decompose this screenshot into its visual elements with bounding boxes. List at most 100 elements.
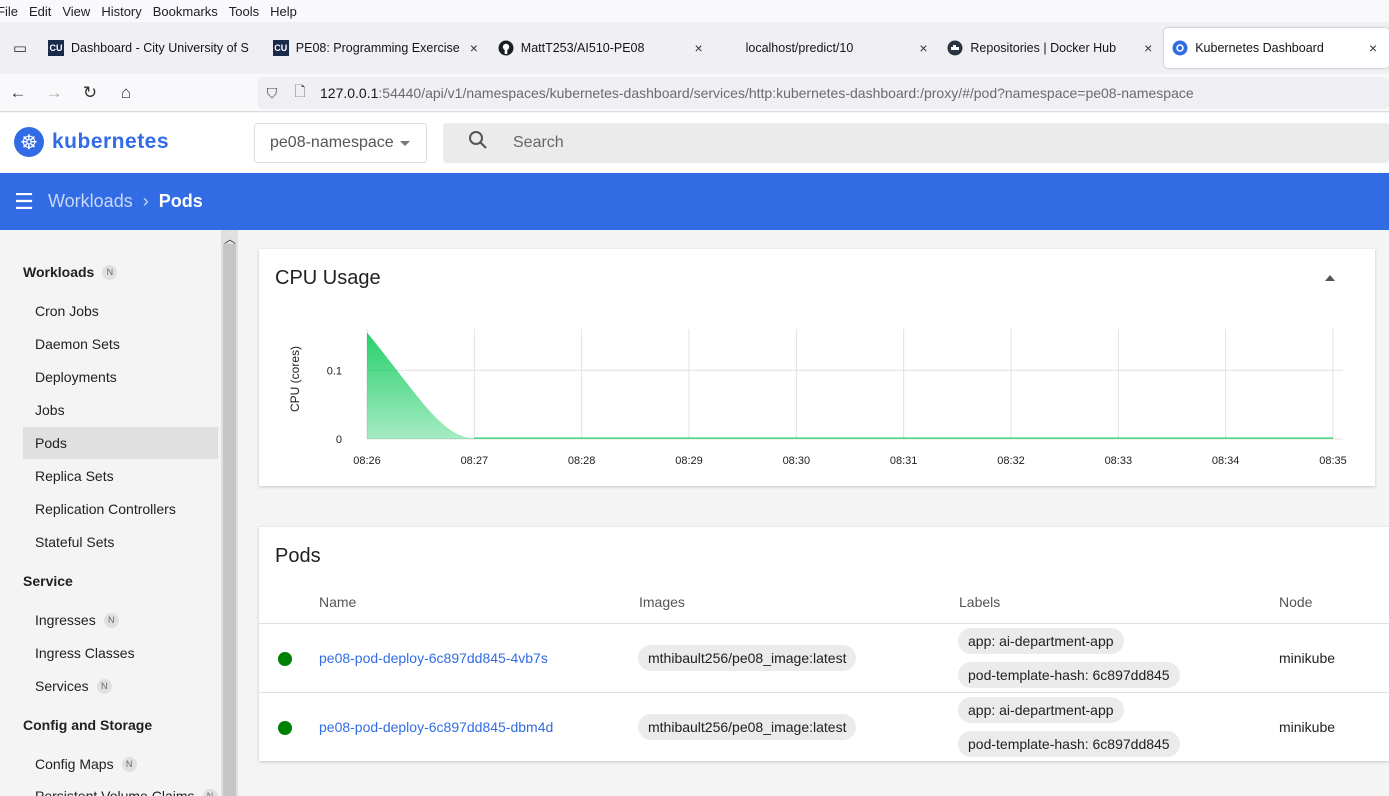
kubernetes-icon (1172, 40, 1188, 56)
image-chip: mthibault256/pe08_image:latest (638, 645, 857, 671)
sidebar-item-daemon-sets[interactable]: Daemon Sets (23, 328, 218, 360)
sidebar-item-config-maps[interactable]: Config Maps N (23, 748, 218, 780)
search-input[interactable]: Search (513, 134, 564, 152)
sidebar-item-persistent-volume-claims[interactable]: Persistent Volume Claims N (23, 780, 218, 796)
tab-title: Kubernetes Dashboard (1195, 41, 1324, 55)
sidebar-item-cron-jobs[interactable]: Cron Jobs (23, 295, 218, 327)
browser-tab[interactable]: CU PE08: Programming Exercise - A × (265, 28, 490, 68)
tab-title: localhost/predict/10 (745, 41, 854, 55)
blank-icon (723, 40, 739, 56)
sidebar-item-replica-sets[interactable]: Replica Sets (23, 460, 218, 492)
menu-bookmarks[interactable]: Bookmarks (153, 4, 218, 19)
kubernetes-logo[interactable]: ☸ kubernetes (14, 127, 169, 157)
new-badge: N (202, 788, 218, 796)
pods-card: Pods Name Images Labels Node pe08-pod-de… (259, 527, 1389, 761)
sidebar-item-jobs[interactable]: Jobs (23, 394, 218, 426)
sidebar-item-services[interactable]: Services N (23, 670, 218, 702)
tab-list-icon[interactable]: ▭ (0, 22, 40, 74)
menu-tools[interactable]: Tools (229, 4, 259, 19)
new-badge: N (103, 612, 119, 628)
cpu-chart: 0 0.1 08:26 08:27 08:28 08:29 08:30 08:31 08:32 0… (288, 329, 1347, 467)
back-icon[interactable]: ← (0, 83, 36, 103)
pod-name-link[interactable]: pe08-pod-deploy-6c897dd845-4vb7s (319, 650, 548, 666)
close-icon[interactable]: × (1140, 40, 1156, 56)
sidebar-item-label: Ingresses (35, 612, 96, 628)
cu-icon: CU (272, 40, 289, 56)
url-host: 127.0.0.1 (320, 85, 379, 101)
tab-title: PE08: Programming Exercise - A (295, 41, 460, 55)
forward-icon[interactable]: → (36, 83, 72, 103)
tab-title: Dashboard - City University of S (70, 41, 249, 55)
cu-icon: CU (47, 40, 64, 56)
shield-icon[interactable]: ⛉ (258, 85, 286, 102)
sidebar-item-ingress-classes[interactable]: Ingress Classes (23, 637, 218, 669)
y-tick-label: 0.1 (327, 365, 342, 377)
reload-icon[interactable]: ↻ (72, 83, 108, 103)
close-icon[interactable]: × (915, 40, 931, 56)
status-running-icon (278, 721, 292, 735)
tab-title: MattT253/AI510-PE08 (520, 41, 645, 55)
scrollbar-thumb[interactable] (223, 244, 236, 796)
docker-icon (947, 40, 963, 56)
x-tick-label: 08:35 (1319, 455, 1347, 467)
x-tick-label: 08:28 (568, 455, 596, 467)
close-icon[interactable]: × (466, 40, 482, 56)
namespace-select[interactable]: pe08-namespace (254, 123, 427, 163)
sidebar-item-deployments[interactable]: Deployments (23, 361, 218, 393)
card-title: Pods (275, 545, 321, 567)
sidebar-item-ingresses[interactable]: Ingresses N (23, 604, 218, 636)
column-header-name[interactable]: Name (319, 594, 356, 610)
github-icon (498, 40, 514, 56)
x-tick-label: 08:30 (783, 455, 811, 467)
browser-tab-active[interactable]: Kubernetes Dashboard × (1164, 28, 1389, 68)
browser-navbar: ← → ↻ ⌂ ⛉ 🗋 127.0.0.1:54440/api/v1/names… (0, 74, 1389, 112)
x-tick-label: 08:26 (353, 455, 381, 467)
new-badge: N (121, 756, 137, 772)
search-bar[interactable]: Search (443, 123, 1389, 163)
menu-file[interactable]: File (0, 4, 18, 19)
tab-title: Repositories | Docker Hub (970, 41, 1117, 55)
breadcrumb-toolbar: ☰ Workloads › Pods (0, 173, 1389, 230)
search-icon (443, 130, 513, 156)
sidebar-group-config-storage[interactable]: Config and Storage (23, 717, 152, 733)
menu-help[interactable]: Help (270, 4, 297, 19)
logo-text: kubernetes (52, 130, 170, 153)
close-icon[interactable]: × (691, 40, 707, 56)
url-text: 127.0.0.1:54440/api/v1/namespaces/kubern… (320, 85, 1194, 101)
breadcrumb-workloads[interactable]: Workloads (48, 191, 133, 212)
browser-tab[interactable]: CU Dashboard - City University of S (40, 28, 265, 68)
y-axis-label: CPU (cores) (288, 346, 302, 412)
sidebar-group-service[interactable]: Service (23, 573, 73, 589)
home-icon[interactable]: ⌂ (108, 83, 144, 103)
pod-name-link[interactable]: pe08-pod-deploy-6c897dd845-dbm4d (319, 719, 553, 735)
y-tick-label: 0 (336, 434, 342, 446)
sidebar-scrollbar[interactable]: ︿ (221, 230, 238, 796)
url-bar[interactable]: ⛉ 🗋 127.0.0.1:54440/api/v1/namespaces/ku… (258, 77, 1389, 109)
browser-menubar: File Edit View History Bookmarks Tools H… (0, 0, 1389, 22)
browser-tab[interactable]: MattT253/AI510-PE08 × (490, 28, 715, 68)
sidebar-item-pods[interactable]: Pods (23, 427, 218, 459)
menu-icon[interactable]: ☰ (0, 189, 48, 215)
close-icon[interactable]: × (1365, 40, 1381, 56)
tab-strip: ▭ CU Dashboard - City University of S CU… (0, 22, 1389, 74)
x-tick-label: 08:27 (461, 455, 489, 467)
image-chip: mthibault256/pe08_image:latest (638, 714, 857, 740)
status-running-icon (278, 652, 292, 666)
sidebar-item-replication-controllers[interactable]: Replication Controllers (23, 493, 218, 525)
helm-wheel-icon: ☸ (14, 127, 44, 157)
column-header-images: Images (639, 594, 685, 610)
node-value: minikube (1279, 719, 1336, 735)
x-tick-label: 08:34 (1212, 455, 1240, 467)
column-header-node[interactable]: Node (1279, 594, 1312, 610)
browser-tab[interactable]: Repositories | Docker Hub × (939, 28, 1164, 68)
sidebar: Workloads N Cron Jobs Daemon Sets Deploy… (0, 230, 238, 796)
sidebar-item-stateful-sets[interactable]: Stateful Sets (23, 526, 218, 558)
menu-history[interactable]: History (101, 4, 141, 19)
label-chip: app: ai-department-app (958, 628, 1124, 654)
label-chip: pod-template-hash: 6c897dd845 (958, 731, 1180, 757)
browser-tab[interactable]: localhost/predict/10 × (715, 28, 940, 68)
sidebar-group-workloads[interactable]: Workloads N (23, 264, 118, 280)
menu-view[interactable]: View (62, 4, 90, 19)
menu-edit[interactable]: Edit (29, 4, 51, 19)
cpu-usage-area (367, 332, 1333, 439)
